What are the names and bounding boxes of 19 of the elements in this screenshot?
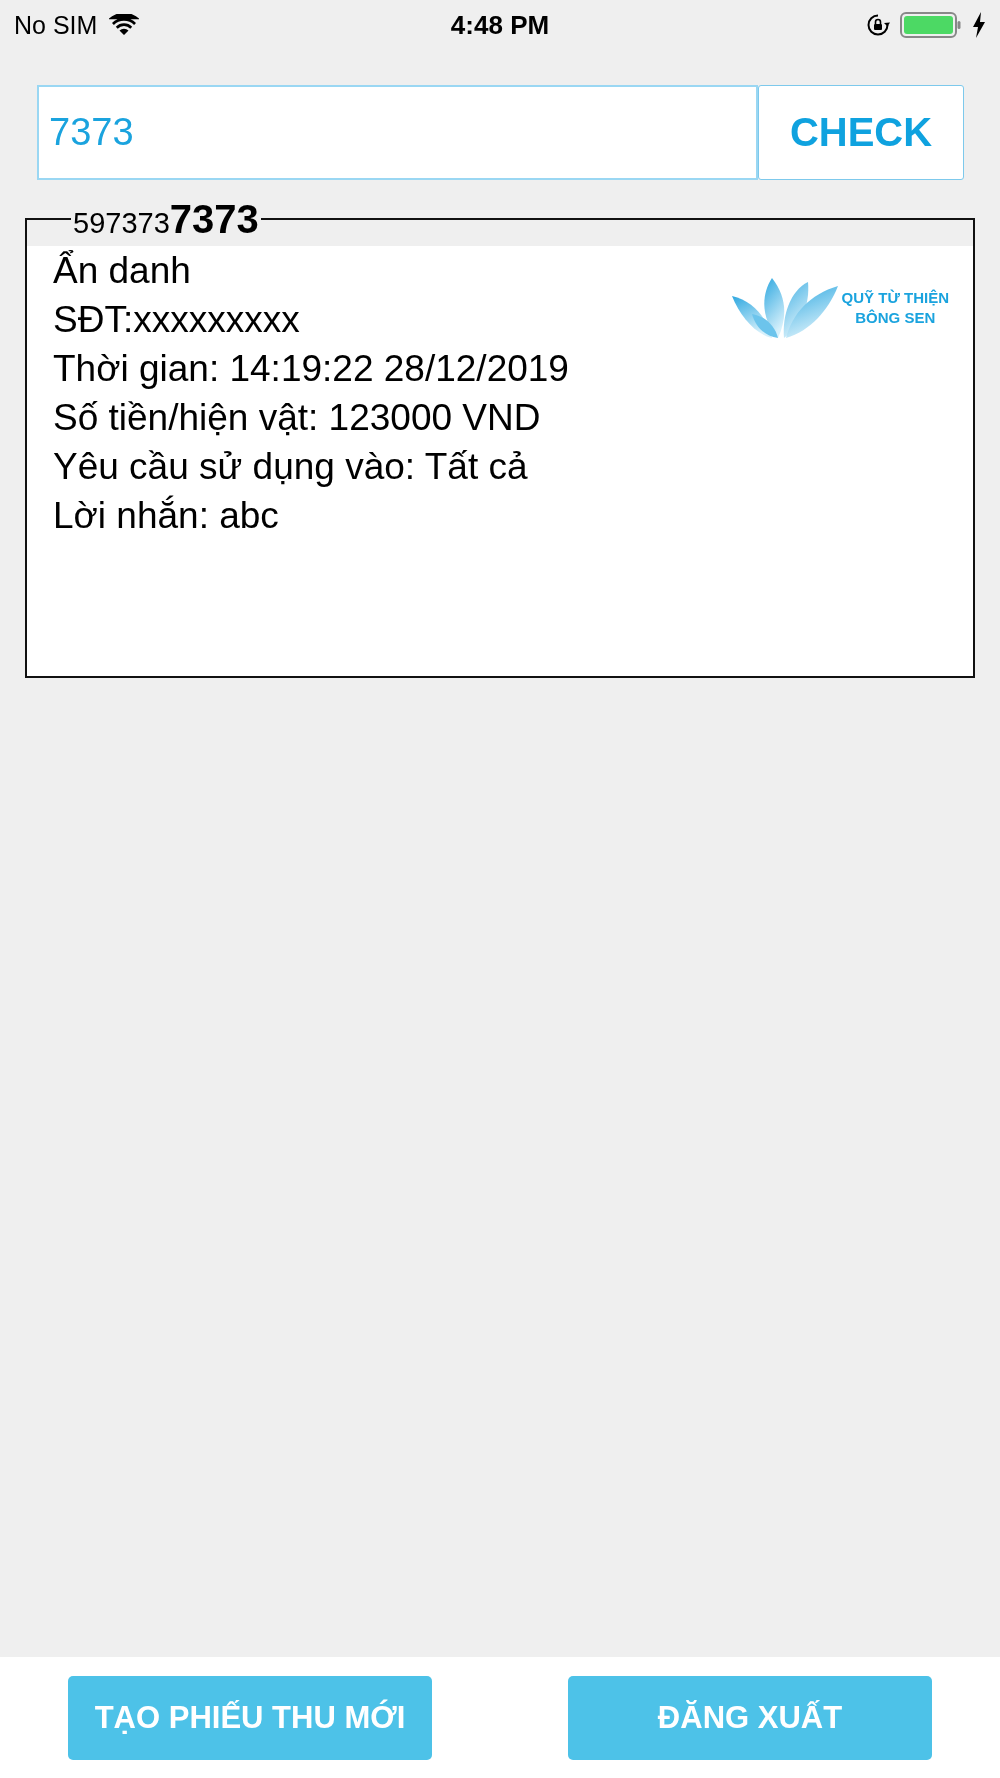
logo-text: QUỸ TỪ THIỆN — [841, 288, 949, 308]
logout-button[interactable]: ĐĂNG XUẤT — [568, 1676, 932, 1760]
battery-icon — [900, 12, 962, 38]
lotus-icon — [729, 276, 840, 340]
carrier-label: No SIM — [14, 10, 98, 40]
code-input-field[interactable]: 7373 — [37, 85, 758, 180]
record-line: SĐT:xxxxxxxxx — [53, 298, 301, 342]
check-button[interactable]: CHECK — [758, 85, 964, 180]
wifi-icon — [109, 14, 140, 36]
record-line: Số tiền/hiện vật: 123000 VND — [53, 396, 542, 440]
record-line: Lời nhắn: abc — [53, 494, 280, 538]
charging-icon — [972, 12, 986, 38]
record-line: Ẩn danh — [53, 249, 192, 293]
rotation-lock-icon — [866, 13, 890, 37]
new-receipt-button[interactable]: TẠO PHIẾU THU MỚI — [68, 1676, 432, 1760]
logo-text: BÔNG SEN — [855, 308, 936, 328]
record-line: Thời gian: 14:19:22 28/12/2019 — [53, 347, 569, 391]
clock-time: 4:48 PM — [450, 9, 550, 41]
record-line: Yêu cầu sử dụng vào: Tất cả — [53, 445, 529, 489]
